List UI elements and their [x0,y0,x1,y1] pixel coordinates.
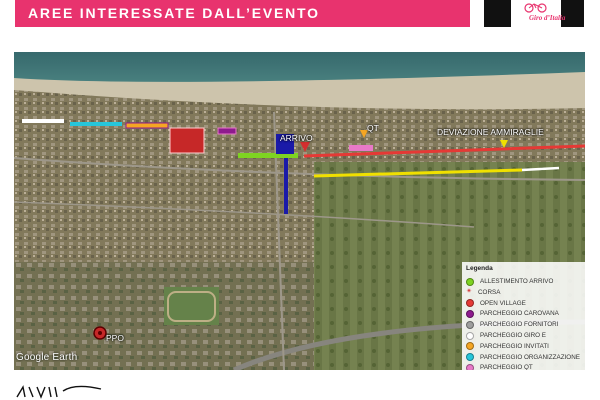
legend-swatch-icon [466,277,474,286]
route-marker-icon: ✴ [466,288,472,296]
logo-text: Giro d’Italia [529,14,566,22]
legend-item-label: ALLESTIMENTO ARRIVO [480,278,554,285]
legend-item: PARCHEGGIO INVITATI [466,342,549,351]
legend-title: Legenda [466,265,493,272]
legend-item-label: PARCHEGGIO INVITATI [480,342,549,350]
legend-swatch-icon [466,320,474,329]
footer-logo-scribble [16,385,102,399]
label-qt: QT [367,123,379,133]
label-deviazione-ammiraglie: DEVIAZIONE AMMIRAGLIE [437,127,544,137]
legend-item-label: PARCHEGGIO GIRO E [480,332,547,339]
google-earth-watermark: Google Earth [16,352,78,363]
giro-logo: Giro d’Italia [484,0,584,27]
legend-item-label: CORSA [478,288,501,296]
legend-item: PARCHEGGIO CAROVANA [466,309,559,318]
label-arrivo: ARRIVO [280,133,313,143]
legend-item-label: OPEN VILLAGE [480,299,526,307]
legend-swatch-icon [466,331,474,340]
label-ppo: PPO [106,333,124,343]
map-legend: Legenda ALLESTIMENTO ARRIVO ✴ CORSA OPEN VI… [462,262,585,370]
legend-swatch-icon [466,353,474,362]
legend-swatch-icon [466,342,474,351]
legend-item: PARCHEGGIO GIRO E [466,331,546,340]
legend-item: PARCHEGGIO ORGANIZZAZIONE [466,353,580,362]
legend-swatch-icon [466,299,474,308]
parking-invitati-area [125,122,169,129]
parking-qt-area [349,145,373,151]
legend-item-label: PARCHEGGIO QT [480,364,533,370]
legend-item-label: PARCHEGGIO FORNITORI [480,321,559,329]
legend-item: ALLESTIMENTO ARRIVO [466,277,553,286]
legend-swatch-icon [466,309,474,318]
parking-carovana-area [217,127,237,135]
legend-item: PARCHEGGIO FORNITORI [466,320,558,329]
parking-giro-e-area [22,119,64,123]
legend-item: OPEN VILLAGE [466,299,526,308]
parking-organizzazione-area [70,122,122,126]
event-map[interactable]: ARRIVO QT DEVIAZIONE AMMIRAGLIE PPO Goog… [14,52,585,370]
rai-road [284,158,288,214]
logo-panel: Giro d’Italia [511,0,565,27]
open-village-area [169,127,205,154]
legend-item-label: PARCHEGGIO CAROVANA [480,310,559,318]
legend-item-label: PARCHEGGIO ORGANIZZAZIONE [480,353,580,361]
legend-item: ✴ CORSA [466,288,500,297]
legend-swatch-icon [466,363,474,370]
legend-item: PARCHEGGIO QT [466,363,533,370]
page-title: AREE INTERESSATE DALL’EVENTO [28,5,320,21]
